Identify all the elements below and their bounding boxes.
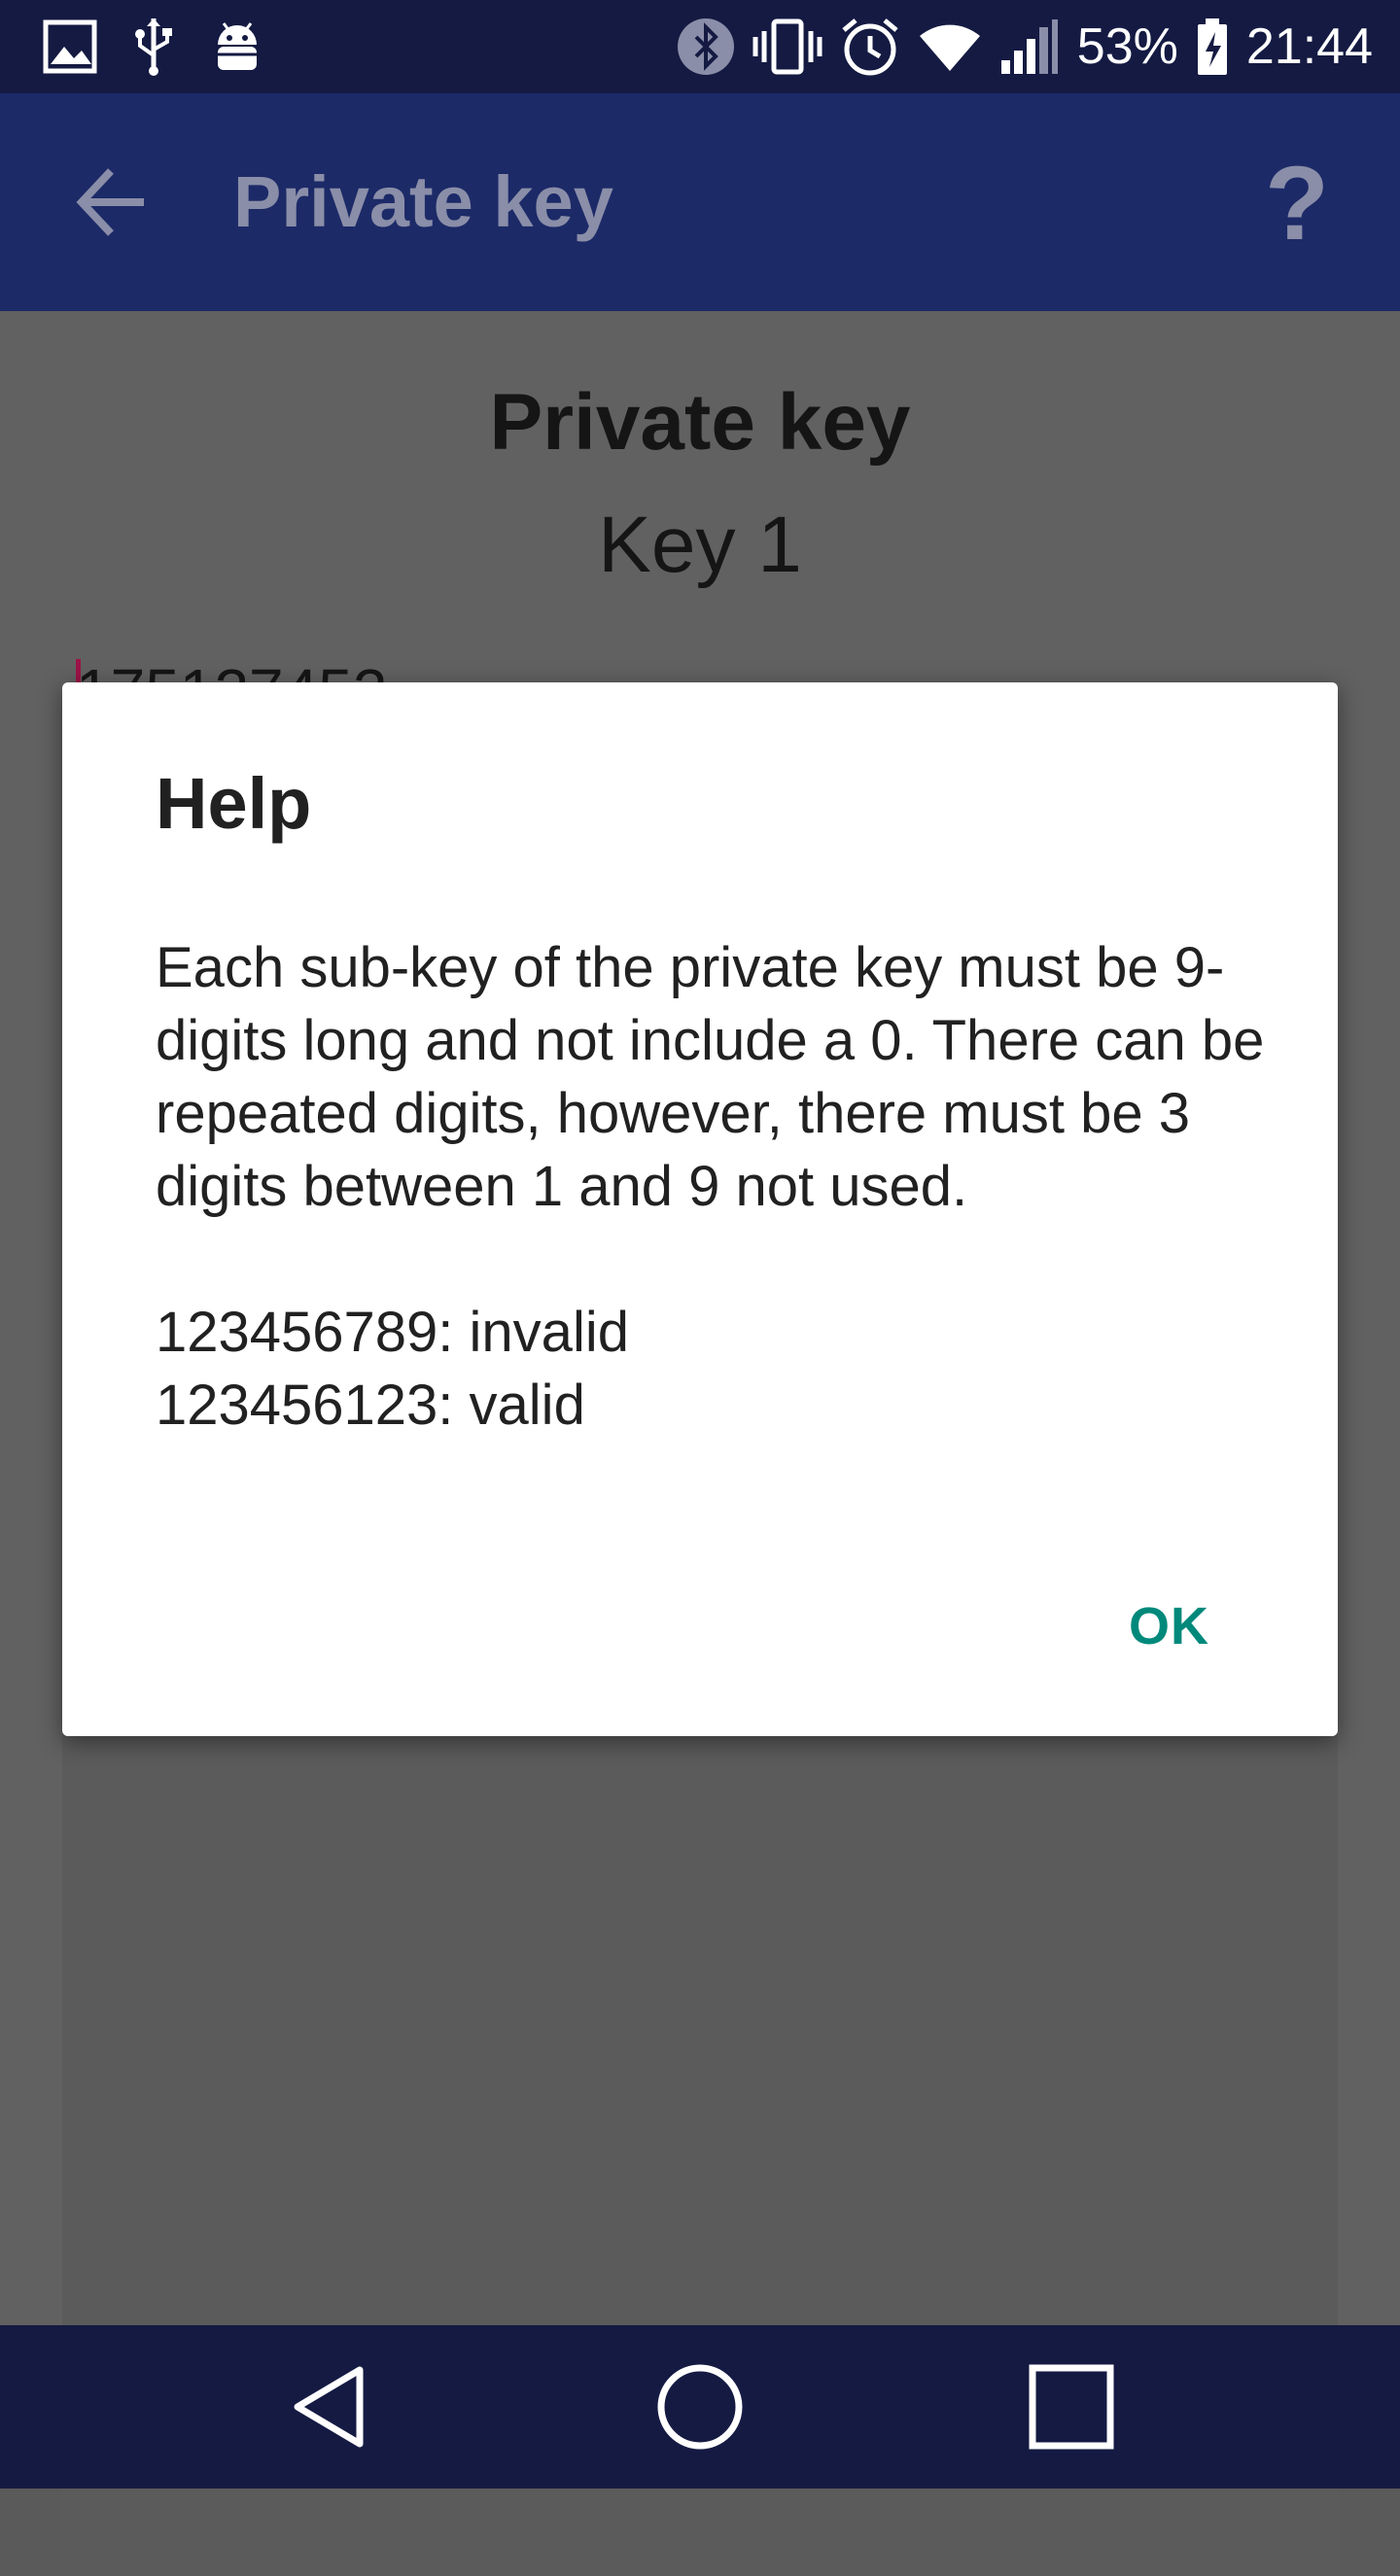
alarm-icon [840, 17, 900, 77]
wifi-icon [918, 20, 982, 73]
usb-icon [134, 17, 173, 77]
vibrate-icon [752, 17, 822, 76]
status-bar-system: 53% 21:44 [677, 14, 1373, 80]
status-bar: 53% 21:44 [0, 0, 1400, 93]
page-title: Private key [489, 378, 911, 467]
example-valid: 123456123: valid [156, 1374, 585, 1437]
image-icon [43, 19, 97, 74]
example-invalid: 123456789: invalid [156, 1301, 629, 1364]
status-bar-notifications [43, 14, 264, 80]
android-debug-icon [210, 19, 264, 74]
ok-button[interactable]: OK [1129, 1596, 1209, 1656]
arrow-back-icon[interactable] [74, 165, 148, 239]
nav-home-icon[interactable] [651, 2358, 749, 2455]
nav-back-icon[interactable] [282, 2358, 379, 2455]
dialog-title: Help [156, 763, 312, 844]
nav-recents-icon[interactable] [1023, 2358, 1120, 2455]
help-dialog: Help Each sub-key of the private key mus… [62, 682, 1338, 1736]
app-bar-title: Private key [233, 161, 613, 242]
app-bar: Private key ? [0, 93, 1400, 311]
bluetooth-icon [677, 17, 735, 76]
help-icon[interactable]: ? [1248, 150, 1346, 257]
signal-icon [999, 17, 1060, 76]
clock: 21:44 [1245, 18, 1373, 75]
page-subtitle: Key 1 [598, 501, 802, 589]
battery-charging-icon [1196, 17, 1229, 77]
navigation-bar [0, 2325, 1400, 2489]
dialog-message: Each sub-key of the private key must be … [156, 931, 1274, 1442]
dialog-body-text: Each sub-key of the private key must be … [156, 936, 1265, 1218]
battery-percent: 53% [1076, 18, 1178, 75]
